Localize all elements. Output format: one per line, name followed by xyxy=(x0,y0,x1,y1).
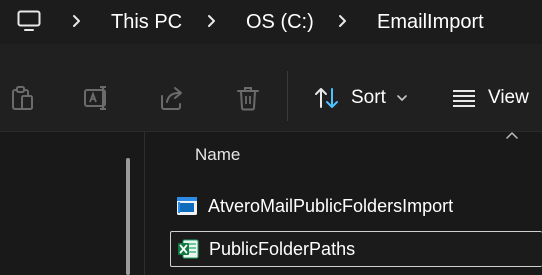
file-row-atveromailpublicfoldersimport[interactable]: AtveroMailPublicFoldersImport xyxy=(170,188,542,224)
breadcrumb-emailimport[interactable]: EmailImport xyxy=(377,10,484,34)
navigation-scrollbar[interactable] xyxy=(126,158,130,275)
view-button[interactable]: View xyxy=(451,82,529,114)
sort-button[interactable]: Sort xyxy=(313,82,408,114)
file-row-publicfolderpaths[interactable]: PublicFolderPaths xyxy=(170,231,542,267)
view-details-icon xyxy=(453,90,475,107)
application-icon xyxy=(177,197,197,215)
chevron-right-icon[interactable] xyxy=(336,11,350,31)
computer-icon[interactable] xyxy=(17,10,41,32)
delete-icon[interactable] xyxy=(234,84,262,112)
view-label: View xyxy=(488,87,529,108)
excel-file-icon xyxy=(178,239,199,259)
sort-label: Sort xyxy=(351,87,386,108)
navigation-pane[interactable] xyxy=(0,132,145,275)
rename-icon[interactable] xyxy=(83,84,111,112)
chevron-down-icon xyxy=(397,95,407,101)
breadcrumb-this-pc[interactable]: This PC xyxy=(111,10,182,34)
address-bar[interactable]: This PC OS (C:) EmailImport xyxy=(0,0,542,44)
sort-icon xyxy=(315,88,338,108)
chevron-right-icon[interactable] xyxy=(205,11,219,31)
sort-ascending-caret-icon xyxy=(506,132,518,139)
paste-icon[interactable] xyxy=(8,84,36,112)
file-name: AtveroMailPublicFoldersImport xyxy=(208,195,454,216)
chevron-right-icon[interactable] xyxy=(70,11,84,31)
command-bar-divider xyxy=(287,71,288,121)
column-header-name[interactable]: Name xyxy=(195,145,240,165)
share-icon[interactable] xyxy=(158,84,186,112)
breadcrumb-os-drive[interactable]: OS (C:) xyxy=(246,10,314,34)
file-name: PublicFolderPaths xyxy=(209,238,356,259)
